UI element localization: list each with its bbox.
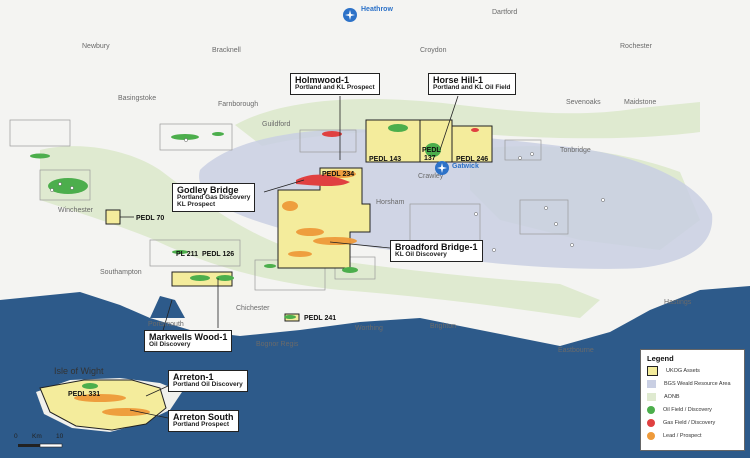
place-bracknell: Bracknell xyxy=(212,47,241,54)
scale-bar xyxy=(18,443,63,448)
place-isle-of-wight: Isle of Wight xyxy=(54,366,104,376)
place-tonbridge: Tonbridge xyxy=(560,147,591,154)
label-pedl-70: PEDL 70 xyxy=(136,215,164,222)
place-rochester: Rochester xyxy=(620,43,653,50)
place-hastings: Hastings xyxy=(664,299,692,306)
label-pedl-126: PEDL 126 xyxy=(202,251,234,258)
pedl-70-block xyxy=(105,209,121,225)
heathrow-airport-icon xyxy=(343,8,357,22)
place-sevenoaks: Sevenoaks xyxy=(566,99,601,106)
place-chichester: Chichester xyxy=(236,305,270,312)
scale-labels: 0 Km 10 xyxy=(14,433,63,440)
scale-zero: 0 xyxy=(14,433,18,440)
callout-subtitle-2: KL Prospect xyxy=(177,201,216,209)
legend-swatch-gas xyxy=(647,419,655,427)
callout-subtitle: Portland and KL Oil Field xyxy=(433,84,511,92)
legend-label: BGS Weald Resource Area xyxy=(664,381,731,387)
legend-item: Lead / Prospect xyxy=(647,431,702,441)
place-dartford: Dartford xyxy=(492,9,517,16)
place-worthing: Worthing xyxy=(355,325,383,332)
place-maidstone: Maidstone xyxy=(624,99,656,106)
legend-label: AONB xyxy=(664,394,680,400)
label-pedl-234: PEDL 234 xyxy=(322,171,354,178)
gatwick-label: Gatwick xyxy=(452,163,479,170)
callout-subtitle: Oil Discovery xyxy=(149,341,191,349)
place-winchester: Winchester xyxy=(58,207,94,214)
legend-item: AONB xyxy=(647,392,680,402)
legend-swatch-ukog xyxy=(647,366,658,376)
legend-title: Legend xyxy=(647,354,674,363)
callout-subtitle: KL Oil Discovery xyxy=(395,251,447,259)
legend-swatch-lead xyxy=(647,432,655,440)
place-guildford: Guildford xyxy=(262,121,291,128)
callout-subtitle: Portland Prospect xyxy=(173,421,229,429)
heathrow-label: Heathrow xyxy=(361,6,393,13)
callout-arreton-1: Arreton-1 Portland Oil Discovery xyxy=(168,370,248,393)
label-pedl-143: PEDL 143 xyxy=(369,156,401,163)
callout-arreton-south: Arreton South Portland Prospect xyxy=(168,410,239,433)
place-portsmouth: Portsmouth xyxy=(148,321,184,328)
callout-holmwood: Holmwood-1 Portland and KL Prospect xyxy=(290,73,380,96)
legend-item: Gas Field / Discovery xyxy=(647,418,715,428)
place-newbury: Newbury xyxy=(82,43,110,50)
callout-subtitle: Portland and KL Prospect xyxy=(295,84,375,92)
place-eastbourne: Eastbourne xyxy=(558,347,594,354)
gatwick-airport-icon xyxy=(435,161,449,175)
place-bognor: Bognor Regis xyxy=(256,341,299,348)
label-pl-211: PL 211 xyxy=(176,251,198,258)
legend: Legend UKOG Assets BGS Weald Resource Ar… xyxy=(640,349,745,451)
label-pedl-137a: PEDL xyxy=(422,147,441,154)
scale-unit: Km xyxy=(32,433,42,440)
legend-item: BGS Weald Resource Area xyxy=(647,379,731,389)
legend-label: Oil Field / Discovery xyxy=(663,407,712,413)
scale-ten: 10 xyxy=(56,433,64,440)
base-map: Newbury Bracknell Dartford Croydon Roche… xyxy=(0,0,750,458)
place-basingstoke: Basingstoke xyxy=(118,95,156,102)
label-pedl-246: PEDL 246 xyxy=(456,156,488,163)
place-farnborough: Farnborough xyxy=(218,101,258,108)
legend-label: Lead / Prospect xyxy=(663,433,702,439)
label-pedl-137b: 137 xyxy=(424,155,436,162)
callout-horse-hill: Horse Hill-1 Portland and KL Oil Field xyxy=(428,73,516,96)
callout-broadford-bridge: Broadford Bridge-1 KL Oil Discovery xyxy=(390,240,483,263)
label-pedl-241: PEDL 241 xyxy=(304,315,336,322)
place-horsham: Horsham xyxy=(376,199,405,206)
callout-markwells-wood: Markwells Wood-1 Oil Discovery xyxy=(144,330,233,353)
place-croydon: Croydon xyxy=(420,47,447,54)
legend-item: UKOG Assets xyxy=(647,366,700,376)
label-pedl-331: PEDL 331 xyxy=(68,391,100,398)
legend-label: Gas Field / Discovery xyxy=(663,420,716,426)
legend-label: UKOG Assets xyxy=(666,368,700,374)
place-brighton: Brighton xyxy=(430,323,456,330)
callout-godley-bridge: Godley Bridge Portland Gas Discovery KL … xyxy=(172,183,256,213)
legend-swatch-aonb xyxy=(647,393,656,401)
place-southampton: Southampton xyxy=(100,269,142,276)
legend-item: Oil Field / Discovery xyxy=(647,405,712,415)
legend-swatch-weald xyxy=(647,380,656,388)
legend-swatch-oil xyxy=(647,406,655,414)
callout-subtitle: Portland Oil Discovery xyxy=(173,381,243,389)
